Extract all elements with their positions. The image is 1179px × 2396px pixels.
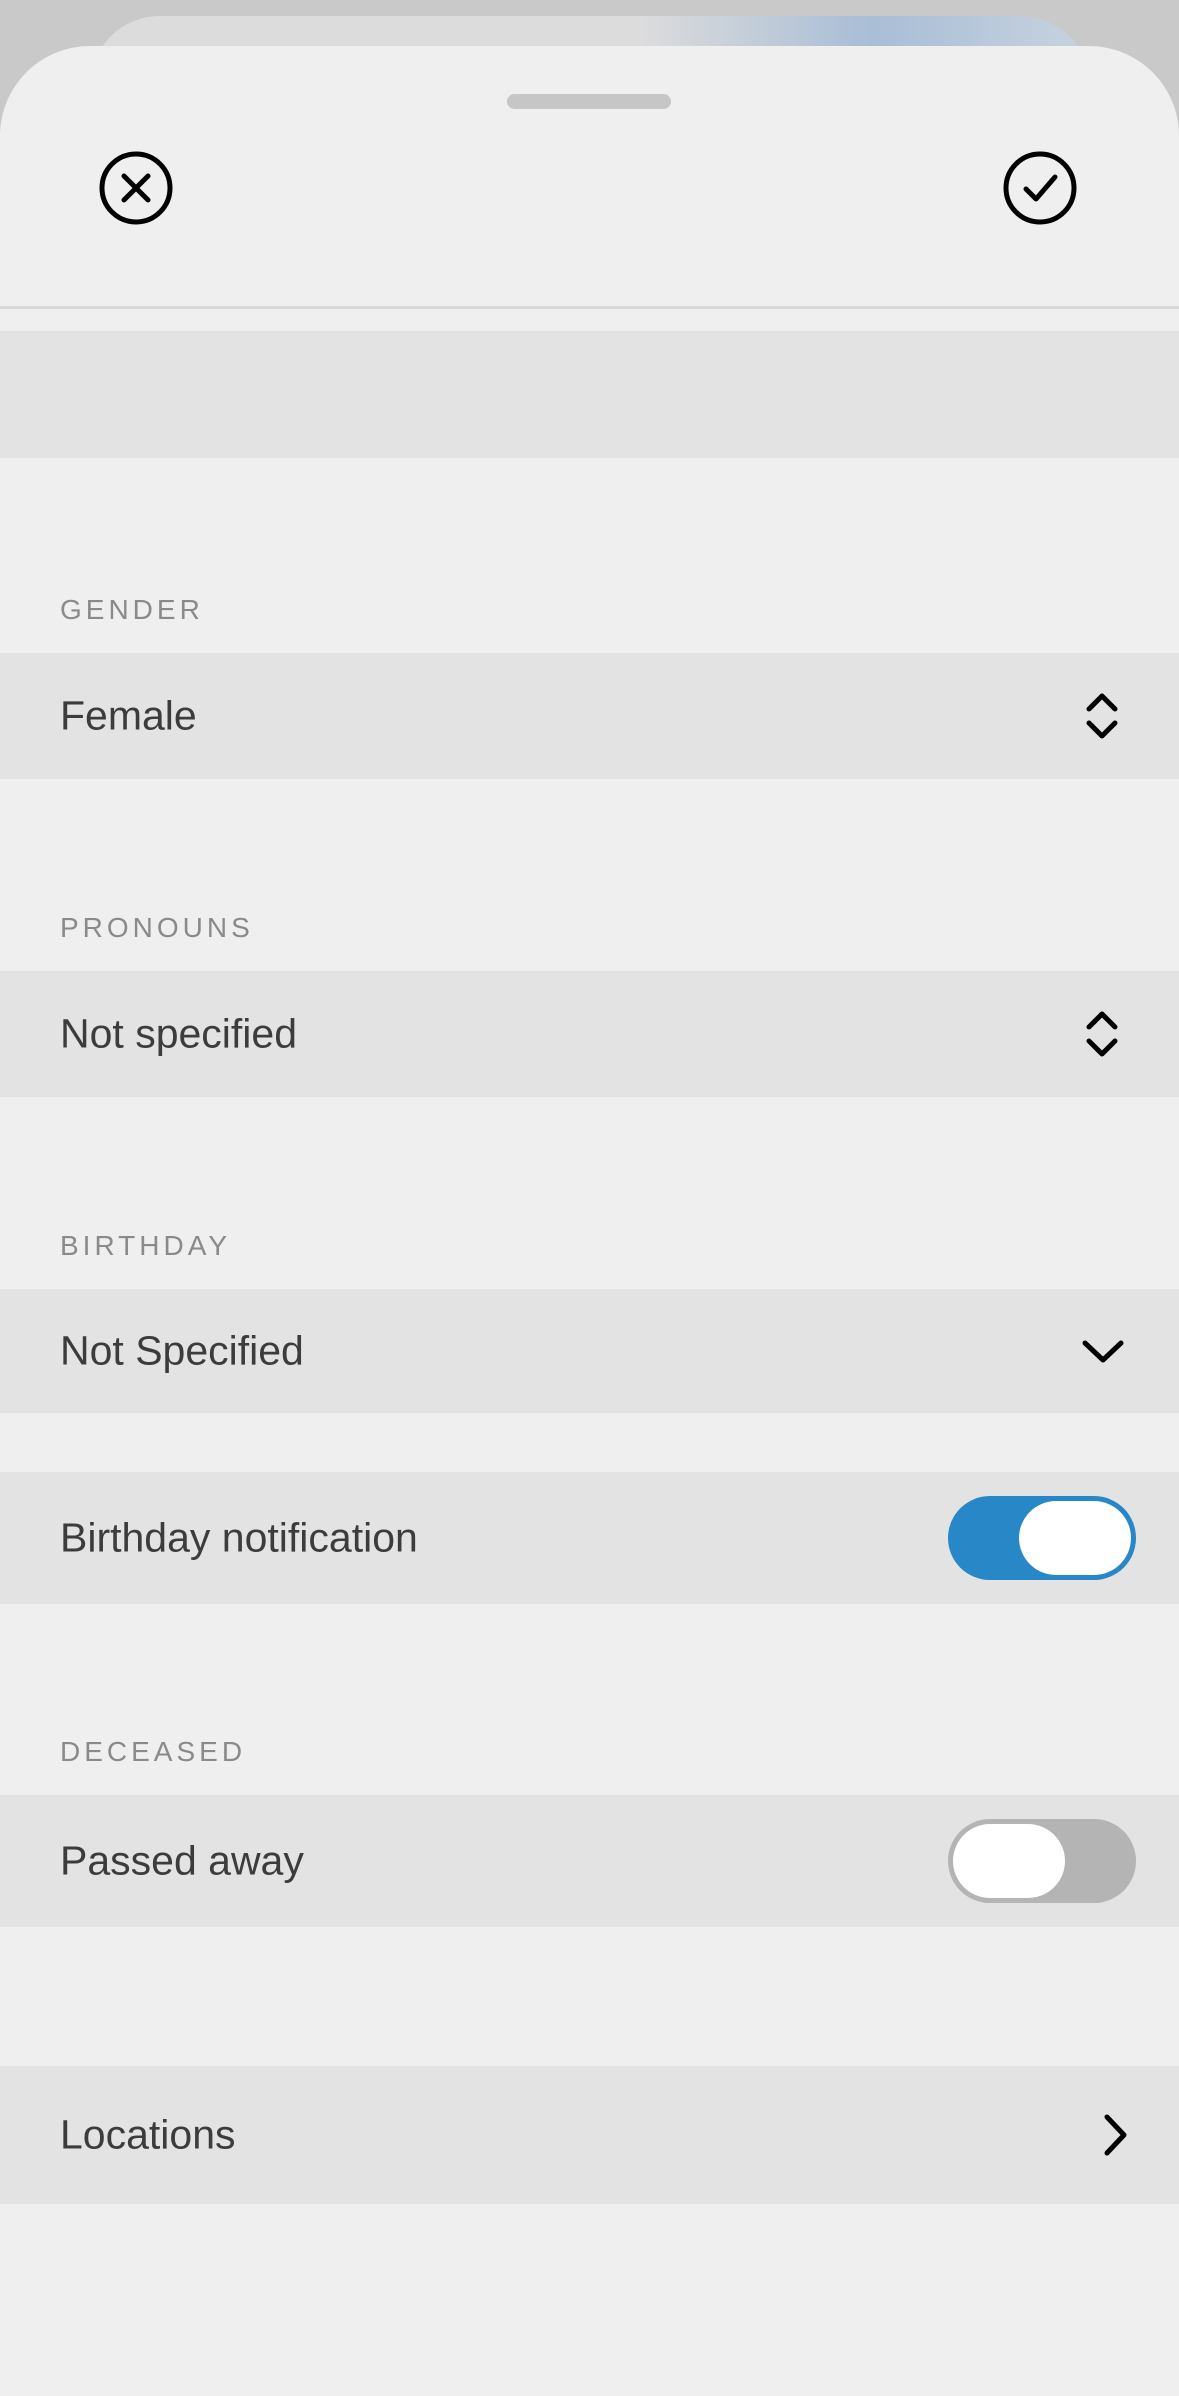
pronouns-value: Not specified [60,1010,298,1057]
close-circle-icon [99,151,173,225]
birthday-picker[interactable]: Not Specified [0,1289,1179,1413]
locations-label: Locations [60,2111,236,2158]
passed-away-label: Passed away [60,1837,304,1884]
pronouns-section-label: PRONOUNS [60,912,254,943]
chevron-up-down-icon [1086,693,1118,739]
birthday-notification-label: Birthday notification [60,1514,418,1561]
chevron-right-icon [1104,2114,1127,2156]
cancel-button[interactable] [98,150,174,226]
toggle-knob [953,1824,1065,1898]
edit-contact-sheet: GENDER Female PRONOUNS Not specified BIR… [0,46,1179,2396]
confirm-button[interactable] [1002,150,1078,226]
chevron-down-icon [1082,1340,1124,1363]
header-divider [0,306,1179,309]
passed-away-row: Passed away [0,1795,1179,1927]
toggle-knob [1019,1501,1131,1575]
birthday-section-label: BIRTHDAY [60,1230,231,1261]
empty-field-row[interactable] [0,331,1179,458]
birthday-notification-toggle[interactable] [948,1496,1136,1580]
sheet-grabber[interactable] [507,94,671,109]
birthday-value: Not Specified [60,1327,304,1374]
birthday-notification-row: Birthday notification [0,1472,1179,1604]
check-circle-icon [1003,151,1077,225]
passed-away-toggle[interactable] [948,1819,1136,1903]
chevron-up-down-icon [1086,1011,1118,1057]
pronouns-picker[interactable]: Not specified [0,971,1179,1097]
deceased-section-label: DECEASED [60,1736,247,1767]
gender-value: Female [60,692,197,739]
locations-row[interactable]: Locations [0,2066,1179,2204]
gender-section-label: GENDER [60,594,204,625]
gender-picker[interactable]: Female [0,653,1179,779]
